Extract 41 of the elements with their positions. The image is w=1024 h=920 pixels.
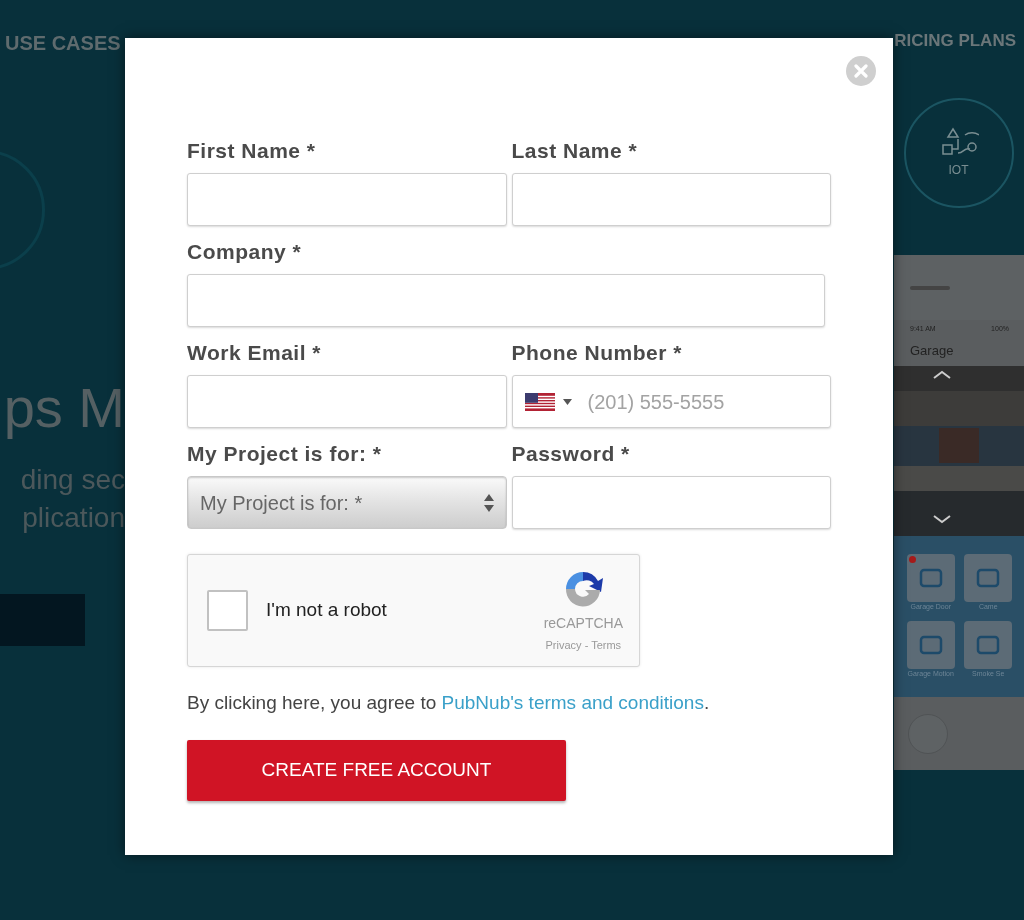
phone-field[interactable]: (201) 555-5555 [511, 375, 831, 428]
field-label: First Name * [187, 140, 317, 161]
field-label: Work Email * [187, 342, 322, 363]
flag-icon [524, 392, 555, 411]
field-label: Password * [511, 443, 631, 464]
iot-label: IOT [948, 162, 969, 179]
create-account-button[interactable]: CREATE FREE ACCOUNT [187, 739, 566, 801]
text-field[interactable] [511, 173, 831, 226]
device-tile[interactable] [906, 620, 955, 669]
sort-arrows-icon [483, 492, 494, 513]
captcha-links[interactable]: Privacy - Terms [545, 637, 622, 654]
device-tile[interactable] [964, 554, 1013, 602]
close-icon[interactable] [846, 56, 876, 86]
field-label: My Project is for: * [187, 443, 383, 464]
text-field[interactable] [187, 173, 507, 226]
terms-text: By clicking here, you agree to PubNub's terms and conditions. [187, 691, 711, 715]
nav-link[interactable]: USE CASES [5, 28, 121, 58]
placeholder-text: (201) 555-5555 [587, 389, 725, 415]
project-select[interactable]: My Project is for: * [187, 476, 507, 529]
nav-link[interactable]: RICING PLANS [894, 28, 1016, 54]
field-label: Company * [187, 241, 303, 262]
text-field[interactable] [187, 375, 507, 428]
field-label: Last Name * [511, 140, 639, 161]
captcha-brand: reCAPTCHA [543, 614, 623, 634]
password-field[interactable] [511, 476, 831, 529]
device-icon [976, 634, 1001, 655]
device-tile[interactable] [964, 620, 1013, 669]
captcha-checkbox[interactable] [207, 590, 248, 631]
captcha-label: I'm not a robot [266, 598, 388, 623]
caret-icon [562, 398, 572, 405]
field-label: Phone Number * [511, 342, 683, 363]
device-icon [976, 568, 1001, 588]
hero-text: ding sec [20, 466, 125, 494]
text-field[interactable] [187, 274, 825, 327]
terms-link[interactable]: PubNub's terms and conditions [441, 692, 704, 713]
device-icon [918, 568, 943, 588]
device-icon [918, 634, 943, 655]
hero-text: plication [22, 504, 125, 532]
device-tile[interactable] [906, 554, 955, 602]
screen-title: Garage [894, 334, 1024, 366]
hero-button[interactable] [0, 594, 85, 646]
